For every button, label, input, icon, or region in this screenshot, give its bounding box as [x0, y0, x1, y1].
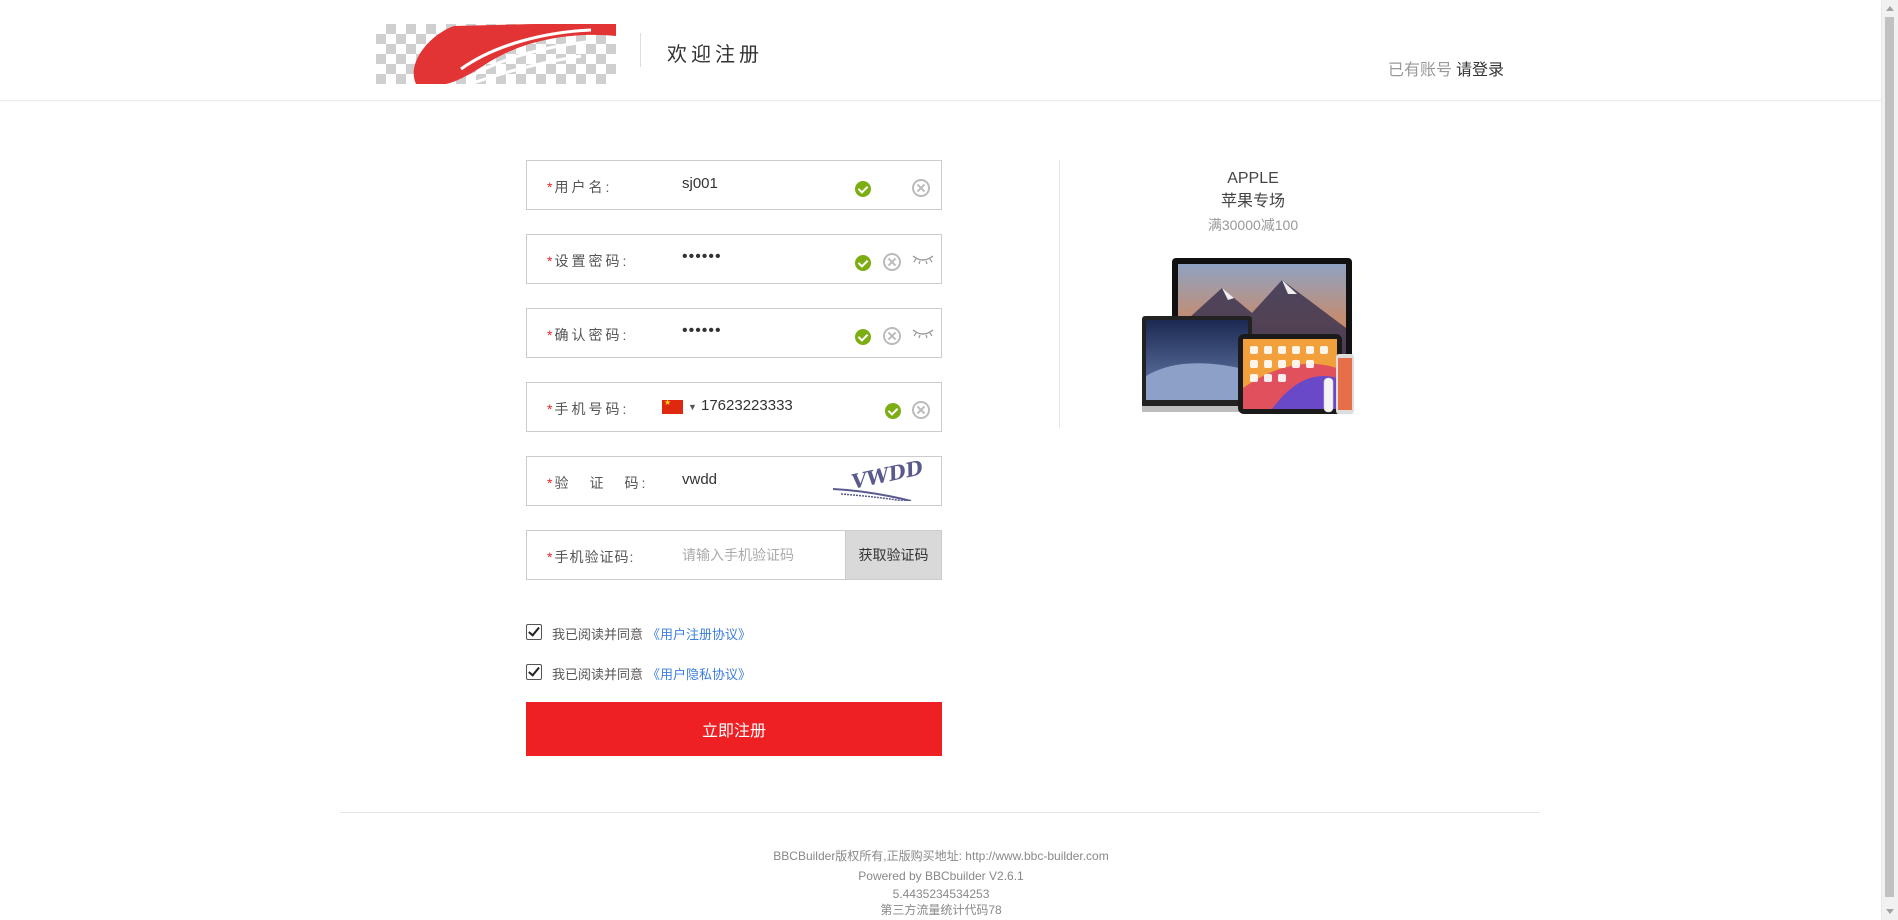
vertical-scrollbar[interactable] [1881, 0, 1898, 920]
required-mark: * [547, 327, 553, 343]
password-label-text: 设置密码: [554, 253, 630, 269]
check-icon [855, 255, 871, 271]
agree-label: 我已阅读并同意 [552, 667, 644, 682]
footer-divider [340, 812, 1540, 813]
site-header: 欢迎注册 已有账号 请登录 [0, 0, 1882, 101]
eye-closed-icon[interactable] [912, 253, 934, 265]
check-icon [855, 329, 871, 345]
phone-field: *手机号码: ▼ [526, 382, 942, 432]
site-logo[interactable] [376, 24, 616, 84]
promo-subtitle: 苹果专场 [1220, 193, 1285, 210]
username-label-text: 用户名: [554, 179, 613, 195]
captcha-label: * 验 证 码: [547, 473, 648, 493]
page-title: 欢迎注册 [667, 44, 763, 66]
promo-brand: APPLE [1227, 170, 1279, 187]
agree-user-agreement: 我已阅读并同意 《用户注册协议》 [526, 622, 942, 642]
get-sms-code-button[interactable]: 获取验证码 [845, 531, 941, 579]
password-field: * 设置密码: •••••• [526, 234, 942, 284]
agree-user-checkbox[interactable] [526, 624, 542, 640]
confirm-password-input[interactable]: •••••• [682, 322, 842, 340]
captcha-label-char: 证 [589, 475, 607, 491]
required-mark: * [547, 401, 553, 417]
footer-stats: 第三方流量统计代码78 [880, 903, 1002, 917]
sms-code-label: * 手机验证码: [547, 547, 634, 567]
password-input[interactable]: •••••• [682, 248, 842, 266]
register-form: *用户名: *设置密码: •••••• *确认密码: •••••• *手机号码:… [526, 160, 942, 756]
login-prompt: 已有账号 请登录 [1388, 56, 1504, 80]
clear-icon[interactable] [912, 401, 930, 419]
eye-closed-icon[interactable] [912, 327, 934, 339]
have-account-text: 已有账号 [1388, 62, 1453, 79]
captcha-text: VWDD [849, 461, 926, 494]
header-divider [640, 33, 641, 67]
phone-label: * 手机号码: [547, 399, 629, 419]
caret-down-icon[interactable]: ▼ [688, 402, 697, 412]
promo-panel[interactable]: APPLE 苹果专场 满30000减100 [1143, 168, 1363, 236]
captcha-label-char: 验 [554, 475, 572, 491]
agree-label: 我已阅读并同意 [552, 627, 644, 642]
confirm-password-label: * 确认密码: [547, 325, 629, 345]
section-divider [1059, 160, 1060, 428]
captcha-image[interactable]: VWDD [831, 461, 935, 501]
site-footer: BBCBuilder版权所有,正版购买地址: http://www.bbc-bu… [0, 846, 1882, 918]
captcha-field: * 验 证 码: VWDD [526, 456, 942, 506]
username-input[interactable] [682, 175, 842, 192]
user-agreement-link[interactable]: 《用户注册协议》 [647, 627, 751, 642]
required-mark: * [547, 179, 553, 195]
register-button[interactable]: 立即注册 [526, 702, 942, 756]
scrollbar-thumb[interactable] [1885, 17, 1894, 897]
agree-privacy-agreement: 我已阅读并同意 《用户隐私协议》 [526, 662, 942, 682]
agree-privacy-checkbox[interactable] [526, 664, 542, 680]
agree-text: 我已阅读并同意 《用户注册协议》 [552, 624, 751, 643]
username-label: * 用户名: [547, 177, 612, 197]
password-label: * 设置密码: [547, 251, 629, 271]
required-mark: * [547, 475, 553, 491]
scroll-up-arrow-icon[interactable] [1886, 6, 1894, 11]
sms-code-input[interactable] [682, 547, 842, 563]
sms-code-label-text: 手机验证码: [554, 549, 635, 565]
clear-icon[interactable] [912, 179, 930, 197]
confirm-password-field: * 确认密码: •••••• [526, 308, 942, 358]
privacy-agreement-link[interactable]: 《用户隐私协议》 [647, 667, 751, 682]
required-mark: * [547, 253, 553, 269]
captcha-input[interactable] [682, 471, 842, 488]
footer-copyright: BBCBuilder版权所有,正版购买地址: http://www.bbc-bu… [773, 849, 1109, 863]
login-link[interactable]: 请登录 [1456, 62, 1504, 79]
phone-label-text: 手机号码: [554, 401, 630, 417]
agree-text: 我已阅读并同意 《用户隐私协议》 [552, 664, 751, 683]
phone-input[interactable] [701, 397, 861, 414]
username-field: * 用户名: [526, 160, 942, 210]
required-mark: * [547, 549, 553, 565]
check-icon [855, 181, 871, 197]
apple-devices-image[interactable] [1142, 258, 1354, 416]
clear-icon[interactable] [883, 327, 901, 345]
promo-deal: 满30000减100 [1207, 217, 1299, 233]
check-icon [885, 403, 901, 419]
scroll-down-arrow-icon[interactable] [1886, 909, 1894, 914]
footer-powered: Powered by BBCbuilder V2.6.1 [858, 869, 1024, 883]
confirm-password-label-text: 确认密码: [554, 327, 630, 343]
clear-icon[interactable] [883, 253, 901, 271]
sms-code-field: *手机验证码: 获取验证码 [526, 530, 942, 580]
china-flag-icon[interactable] [662, 398, 683, 414]
footer-number: 5.4435234534253 [892, 887, 990, 901]
captcha-label-char: 码: [624, 475, 649, 491]
